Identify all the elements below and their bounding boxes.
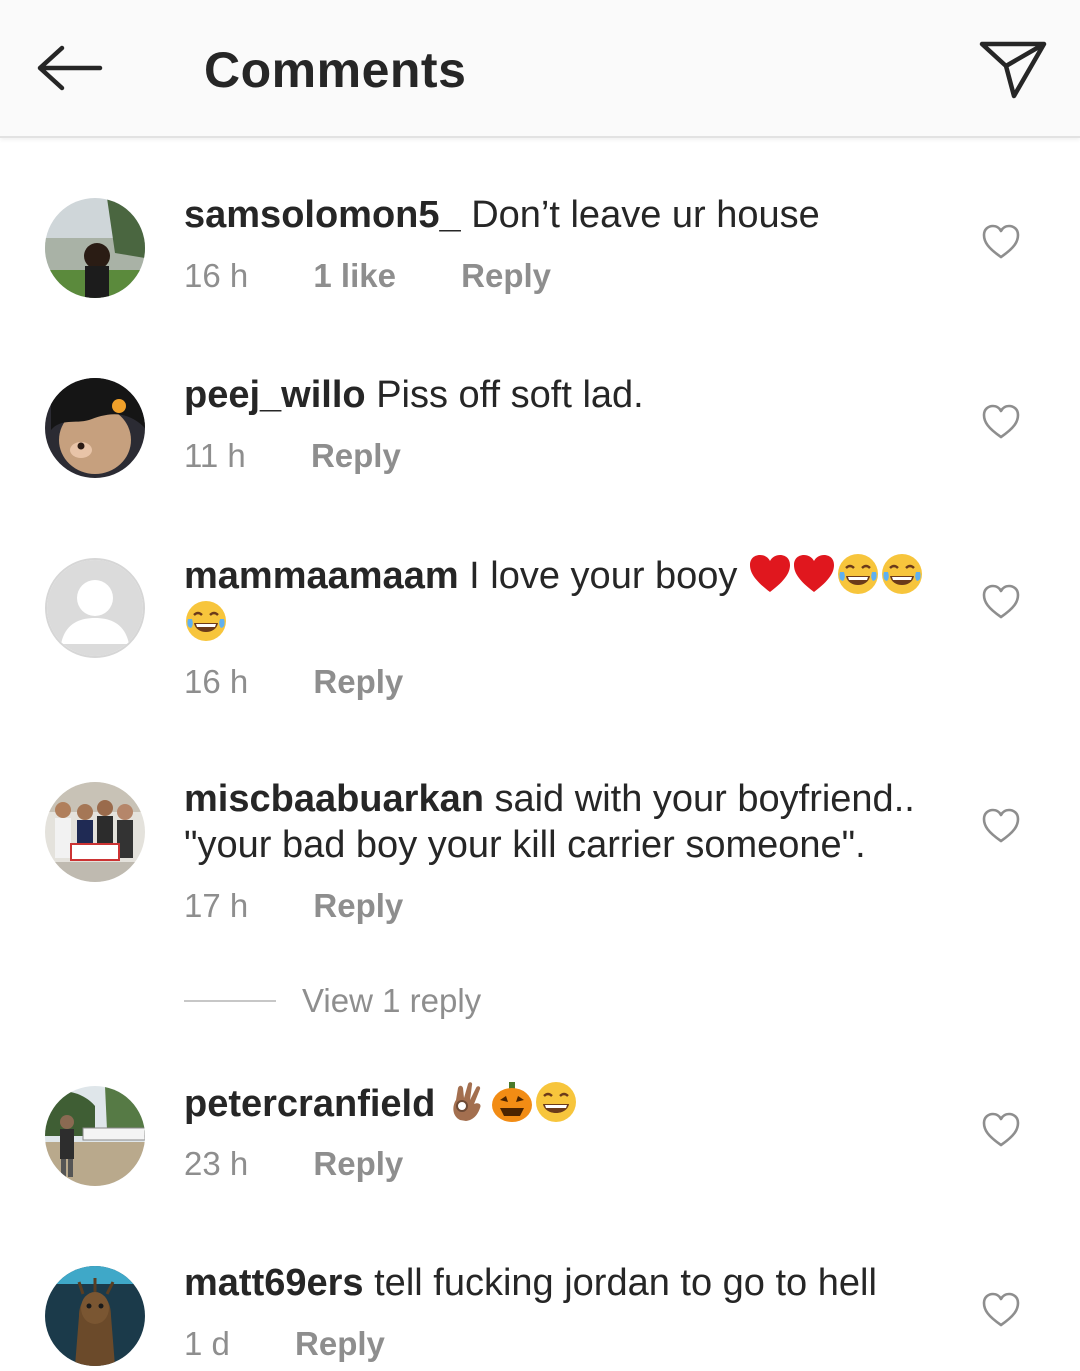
avatar[interactable]	[45, 1086, 145, 1186]
comment-body: Piss off soft lad.	[376, 374, 644, 416]
default-avatar[interactable]	[45, 558, 145, 658]
like-heart-icon[interactable]	[980, 581, 1022, 623]
tears-of-joy-emoji	[186, 601, 226, 641]
reply-button[interactable]: Reply	[313, 884, 403, 928]
comment-text-block: samsolomon5_ Don’t leave ur house	[184, 192, 944, 238]
ok-hand-emoji	[453, 1082, 481, 1121]
comment-text-block: peej_willo Piss off soft lad.	[184, 372, 944, 418]
reply-button[interactable]: Reply	[295, 1322, 385, 1366]
send-button[interactable]	[972, 32, 1052, 104]
page-title: Comments	[204, 42, 467, 98]
like-heart-icon[interactable]	[980, 1109, 1022, 1151]
view-replies-button[interactable]: View 1 reply	[184, 978, 481, 1024]
like-heart-icon[interactable]	[980, 805, 1022, 847]
comment-text-block: petercranfield	[184, 1080, 944, 1127]
comment-body: Don’t leave ur house	[471, 194, 820, 236]
arrow-left-icon	[37, 45, 103, 91]
avatar[interactable]	[45, 1266, 145, 1366]
paper-plane-icon	[979, 41, 1047, 99]
comment-time: 16 h	[184, 257, 249, 294]
reply-button[interactable]: Reply	[461, 254, 551, 298]
app-header: Comments	[0, 0, 1080, 138]
tears-of-joy-emoji	[838, 554, 878, 594]
comment-username[interactable]: matt69ers	[184, 1262, 364, 1304]
divider-line	[184, 1000, 276, 1002]
like-heart-icon[interactable]	[980, 401, 1022, 443]
comment-meta: 16 h 1 like Reply	[184, 254, 551, 298]
comment-username[interactable]: samsolomon5_	[184, 194, 461, 236]
jack-o-lantern-emoji	[491, 1082, 532, 1122]
comment-text-block: mammaamaam I love your booy	[184, 552, 944, 646]
comment-username[interactable]: peej_willo	[184, 374, 366, 416]
reply-button[interactable]: Reply	[313, 660, 403, 704]
red-heart-emoji	[794, 555, 834, 592]
comment-username[interactable]: miscbaabuarkan	[184, 778, 484, 820]
view-replies-label: View 1 reply	[302, 982, 482, 1019]
reply-button[interactable]: Reply	[313, 1142, 403, 1186]
red-heart-emoji	[750, 555, 790, 592]
comment-meta: 17 h Reply	[184, 884, 403, 928]
comment-meta: 23 h Reply	[184, 1142, 403, 1186]
comment-username[interactable]: mammaamaam	[184, 555, 459, 597]
back-button[interactable]	[28, 36, 108, 100]
comment-body: tell fucking jordan to go to hell	[374, 1262, 877, 1304]
comment-time: 1 d	[184, 1325, 230, 1362]
grinning-face-emoji	[535, 1082, 576, 1122]
comment-time: 23 h	[184, 1145, 249, 1182]
tears-of-joy-emoji	[882, 554, 922, 594]
comment-meta: 1 d Reply	[184, 1322, 385, 1366]
reply-button[interactable]: Reply	[311, 434, 401, 478]
comment-time: 16 h	[184, 663, 249, 700]
comment-meta: 11 h Reply	[184, 434, 401, 478]
avatar[interactable]	[45, 782, 145, 882]
comment-username[interactable]: petercranfield	[184, 1083, 435, 1125]
comment-text-block: miscbaabuarkan said with your boyfriend.…	[184, 776, 944, 868]
like-heart-icon[interactable]	[980, 221, 1022, 263]
like-heart-icon[interactable]	[980, 1289, 1022, 1331]
avatar[interactable]	[45, 378, 145, 478]
likes-count-link[interactable]: 1 like	[313, 254, 396, 298]
comment-body: I love your booy	[469, 555, 738, 597]
comment-time: 11 h	[184, 437, 246, 474]
comment-time: 17 h	[184, 887, 249, 924]
comment-meta: 16 h Reply	[184, 660, 403, 704]
comment-text-block: matt69ers tell fucking jordan to go to h…	[184, 1260, 944, 1306]
avatar[interactable]	[45, 198, 145, 298]
